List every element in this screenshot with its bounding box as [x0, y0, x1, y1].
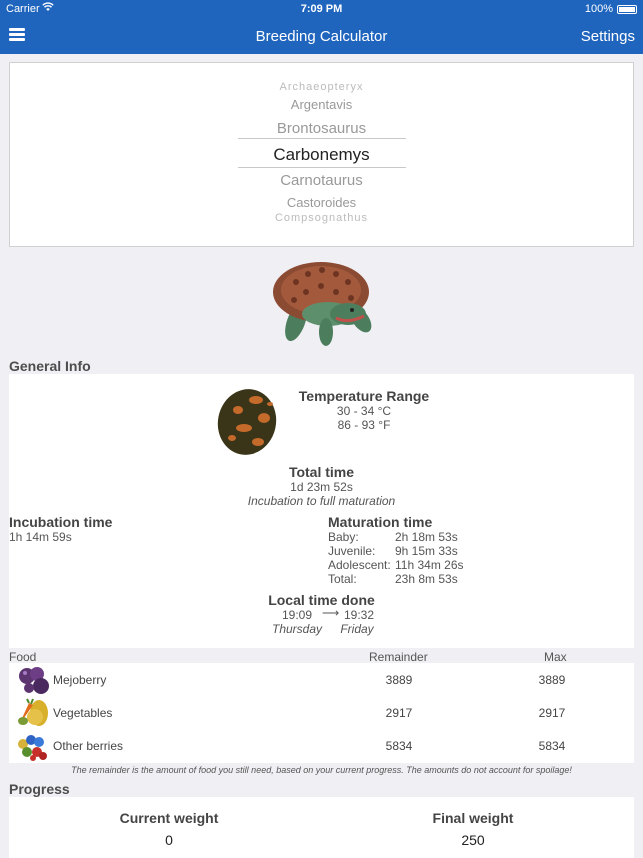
- berries-icon: [15, 730, 49, 762]
- page-title: Breeding Calculator: [255, 28, 388, 45]
- nav-bar: Breeding Calculator Settings: [0, 20, 643, 54]
- current-weight-value[interactable]: 0: [69, 832, 269, 848]
- food-table: Mejoberry 3889 3889 Vegetables 2917 2917…: [9, 663, 634, 763]
- picker-item[interactable]: Carnotaurus: [10, 172, 633, 189]
- max-column-header: Max: [544, 650, 567, 664]
- food-remainder: 3889: [385, 673, 413, 687]
- local-day-start: Thursday: [271, 622, 323, 636]
- local-time-end: 19:32: [343, 608, 375, 622]
- total-time-heading: Total time: [288, 464, 355, 480]
- temperature-fahrenheit: 86 - 93 °F: [337, 418, 391, 432]
- egg-icon: [216, 384, 280, 456]
- settings-button[interactable]: Settings: [581, 28, 635, 45]
- maturation-label: Total:: [328, 572, 357, 586]
- picker-selection-bottom-line: [238, 167, 406, 168]
- general-info-panel: Temperature Range 30 - 34 °C 86 - 93 °F …: [9, 374, 634, 648]
- maturation-value: 23h 8m 53s: [395, 572, 458, 586]
- food-column-header: Food: [9, 650, 37, 664]
- maturation-label: Baby:: [328, 530, 359, 544]
- food-name: Other berries: [53, 739, 124, 753]
- food-name: Mejoberry: [53, 673, 107, 687]
- local-day-end: Friday: [340, 622, 374, 636]
- maturation-label: Juvenile:: [328, 544, 376, 558]
- maturation-value: 11h 34m 26s: [395, 558, 464, 572]
- general-info-heading: General Info: [9, 358, 91, 374]
- current-weight-label: Current weight: [119, 810, 219, 826]
- progress-panel: Current weight 0 Final weight 250: [9, 797, 634, 858]
- remainder-column-header: Remainder: [369, 650, 428, 664]
- food-max: 3889: [538, 673, 566, 687]
- food-remainder: 2917: [385, 706, 413, 720]
- vegetables-icon: [15, 697, 49, 729]
- table-row: Other berries 5834 5834: [9, 729, 634, 762]
- maturation-table: Baby: 2h 18m 53s Juvenile: 9h 15m 33s Adol…: [328, 530, 464, 586]
- picker-item[interactable]: Argentavis: [10, 97, 633, 112]
- table-row: Mejoberry 3889 3889: [9, 663, 634, 696]
- temperature-heading: Temperature Range: [298, 388, 430, 404]
- total-time-note: Incubation to full maturation: [247, 494, 396, 508]
- picker-item[interactable]: Archaeopteryx: [10, 81, 633, 93]
- battery-icon: [617, 5, 637, 14]
- food-note: The remainder is the amount of food you …: [71, 765, 572, 775]
- maturation-value: 9h 15m 33s: [395, 544, 458, 558]
- food-remainder: 5834: [385, 739, 413, 753]
- temperature-celsius: 30 - 34 °C: [336, 404, 392, 418]
- food-max: 5834: [538, 739, 566, 753]
- final-weight-label: Final weight: [432, 810, 514, 826]
- picker-item-selected[interactable]: Carbonemys: [10, 145, 633, 165]
- maturation-label: Adolescent:: [328, 558, 391, 572]
- arrow-right-icon: ⟶: [322, 606, 340, 620]
- maturation-heading: Maturation time: [328, 514, 433, 530]
- picker-selection-top-line: [238, 138, 406, 139]
- total-time-value: 1d 23m 52s: [290, 480, 353, 494]
- maturation-value: 2h 18m 53s: [395, 530, 458, 544]
- incubation-value: 1h 14m 59s: [9, 530, 72, 544]
- food-name: Vegetables: [53, 706, 113, 720]
- incubation-heading: Incubation time: [9, 514, 113, 530]
- progress-heading: Progress: [9, 781, 70, 797]
- battery-percent: 100%: [584, 3, 613, 15]
- final-weight-value: 250: [461, 832, 485, 848]
- local-time-start: 19:09: [281, 608, 313, 622]
- status-bar: Carrier 7:09 PM 100%: [0, 0, 643, 20]
- picker-item[interactable]: Castoroides: [10, 195, 633, 210]
- table-row: Vegetables 2917 2917: [9, 696, 634, 729]
- picker-item[interactable]: Compsognathus: [10, 212, 633, 224]
- carbonemys-image: [266, 252, 378, 352]
- mejoberry-icon: [15, 664, 49, 696]
- picker-item[interactable]: Brontosaurus: [10, 120, 633, 137]
- clock: 7:09 PM: [300, 3, 343, 15]
- creature-picker[interactable]: Archaeopteryx Argentavis Brontosaurus Ca…: [9, 62, 634, 247]
- food-max: 2917: [538, 706, 566, 720]
